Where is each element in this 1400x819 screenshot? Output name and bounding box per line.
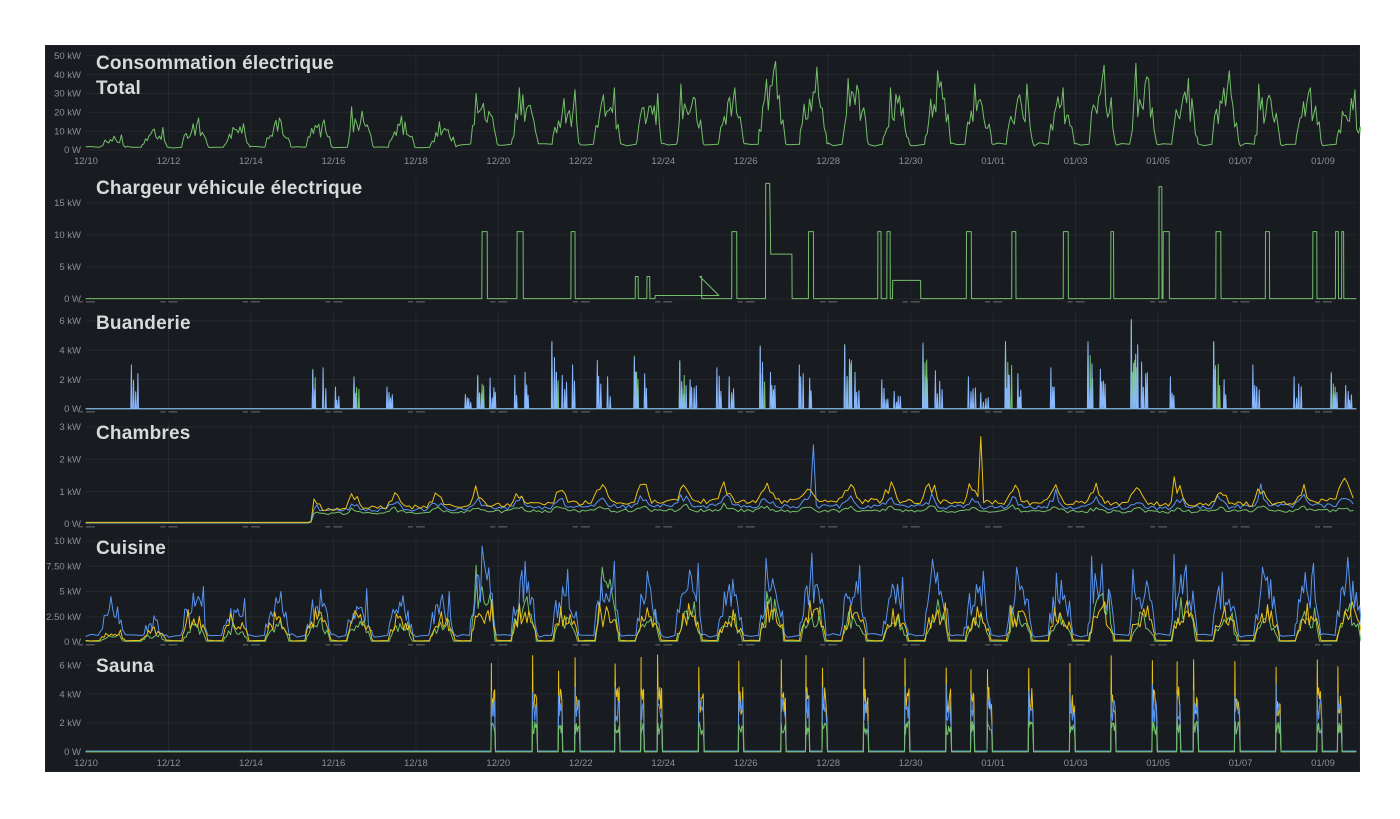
y-axis-label: 30 kW bbox=[54, 89, 81, 100]
x-axis-label: 12/24 bbox=[651, 758, 675, 769]
x-axis-label: 01/05 bbox=[1146, 156, 1170, 167]
series-sauna-phase-1 bbox=[86, 655, 1356, 752]
y-axis-label: 0 W bbox=[64, 404, 81, 415]
x-axis-label: 12/22 bbox=[569, 758, 593, 769]
panel-title-line: Consommation électrique bbox=[96, 51, 334, 76]
y-axis-label: 5 kW bbox=[59, 262, 81, 273]
panel-chambres[interactable]: Chambres 0 W 1 kW 2 kW 3 kW bbox=[46, 416, 1359, 531]
y-axis-label: 6 kW bbox=[59, 316, 81, 327]
panel-chargeur-ve[interactable]: Chargeur véhicule électrique 0 W 5 kW 10 k… bbox=[46, 171, 1359, 306]
x-axis-label: 12/28 bbox=[816, 758, 840, 769]
y-axis-label: 5 kW bbox=[59, 587, 81, 598]
panel-title-line: Sauna bbox=[96, 654, 154, 679]
y-axis-label: 40 kW bbox=[54, 70, 81, 81]
panel-title-total[interactable]: Consommation électrique Total bbox=[96, 51, 334, 101]
kitchen-chart[interactable]: 0 W 2.50 kW 5 kW 7.50 kW 10 kW bbox=[46, 531, 1361, 649]
panel-title-line: Total bbox=[96, 76, 334, 101]
x-axis-label: 12/14 bbox=[239, 758, 263, 769]
sauna-chart[interactable]: 0 W 2 kW 4 kW 6 kW 12/10 12/12 12/14 12/16 12/18… bbox=[46, 649, 1361, 773]
y-axis-label: 10 kW bbox=[54, 126, 81, 137]
y-axis-label: 2.50 kW bbox=[46, 612, 81, 623]
laundry-chart[interactable]: 0 W 2 kW 4 kW 6 kW bbox=[46, 306, 1361, 416]
x-axis-label: 12/30 bbox=[899, 156, 923, 167]
panel-title-chambres[interactable]: Chambres bbox=[96, 421, 191, 446]
x-axis-label: 12/16 bbox=[322, 758, 346, 769]
y-axis-label: 1 kW bbox=[59, 487, 81, 498]
x-axis-label: 12/18 bbox=[404, 758, 428, 769]
panel-title-chargeur[interactable]: Chargeur véhicule électrique bbox=[96, 176, 362, 201]
panel-cuisine[interactable]: Cuisine 0 W 2.50 kW 5 kW 7.50 kW 10 kW bbox=[46, 531, 1359, 649]
x-axis-label: 01/07 bbox=[1229, 156, 1253, 167]
x-axis-label: 01/03 bbox=[1064, 156, 1088, 167]
x-axis-label: 01/09 bbox=[1311, 156, 1335, 167]
panel-buanderie[interactable]: Buanderie 0 W 2 kW 4 kW 6 kW bbox=[46, 306, 1359, 416]
x-axis-label: 12/16 bbox=[322, 156, 346, 167]
x-axis-label: 01/03 bbox=[1064, 758, 1088, 769]
y-axis-label: 4 kW bbox=[59, 689, 81, 700]
x-axis-label: 12/14 bbox=[239, 156, 263, 167]
dashboard: Consommation électrique Total 0 W 10 kW 20… bbox=[45, 45, 1360, 772]
bedrooms-chart[interactable]: 0 W 1 kW 2 kW 3 kW bbox=[46, 416, 1361, 531]
x-axis-label: 12/12 bbox=[157, 156, 181, 167]
y-axis-label: 50 kW bbox=[54, 51, 81, 62]
x-axis-label: 12/20 bbox=[486, 156, 510, 167]
series-chambre-3 bbox=[86, 503, 1353, 523]
y-axis-label: 0 W bbox=[64, 294, 81, 305]
x-axis-label: 12/24 bbox=[651, 156, 675, 167]
y-axis-label: 2 kW bbox=[59, 454, 81, 465]
x-axis-label: 12/10 bbox=[74, 156, 98, 167]
y-axis-label: 0 W bbox=[64, 519, 81, 530]
x-axis-label: 12/30 bbox=[899, 758, 923, 769]
y-axis-label: 7.50 kW bbox=[46, 562, 81, 573]
panel-title-line: Chambres bbox=[96, 421, 191, 446]
x-axis-label: 01/01 bbox=[981, 156, 1005, 167]
y-axis-label: 15 kW bbox=[54, 198, 81, 209]
x-axis-label: 12/18 bbox=[404, 156, 428, 167]
x-axis-label: 01/09 bbox=[1311, 758, 1335, 769]
x-axis-label: 12/12 bbox=[157, 758, 181, 769]
y-axis-label: 2 kW bbox=[59, 718, 81, 729]
y-axis-label: 10 kW bbox=[54, 536, 81, 547]
x-axis-label: 12/10 bbox=[74, 758, 98, 769]
series-buanderie-lave-linge- bbox=[86, 321, 1356, 409]
panel-title-line: Cuisine bbox=[96, 536, 166, 561]
y-axis-label: 20 kW bbox=[54, 108, 81, 119]
series-sauna-phase-3 bbox=[86, 721, 1356, 752]
x-axis-label: 01/07 bbox=[1229, 758, 1253, 769]
y-axis-label: 2 kW bbox=[59, 375, 81, 386]
panel-title-line: Buanderie bbox=[96, 311, 191, 336]
panel-sauna[interactable]: Sauna 0 W 2 kW 4 kW 6 kW 12/10 12/12 12/14 12/1… bbox=[46, 649, 1359, 773]
panel-title-line: Chargeur véhicule électrique bbox=[96, 176, 362, 201]
panel-title-cuisine[interactable]: Cuisine bbox=[96, 536, 166, 561]
x-axis-label: 01/01 bbox=[981, 758, 1005, 769]
x-axis-label: 12/22 bbox=[569, 156, 593, 167]
x-axis-label: 12/20 bbox=[486, 758, 510, 769]
y-axis-label: 0 W bbox=[64, 145, 81, 156]
y-axis-label: 0 W bbox=[64, 747, 81, 758]
panel-consommation-totale[interactable]: Consommation électrique Total 0 W 10 kW 20… bbox=[46, 46, 1359, 171]
y-axis-label: 3 kW bbox=[59, 422, 81, 433]
y-axis-label: 0 W bbox=[64, 637, 81, 648]
x-axis-label: 12/26 bbox=[734, 156, 758, 167]
y-axis-label: 4 kW bbox=[59, 345, 81, 356]
y-axis-label: 10 kW bbox=[54, 230, 81, 241]
y-axis-label: 6 kW bbox=[59, 660, 81, 671]
x-axis-label: 12/26 bbox=[734, 758, 758, 769]
panel-title-buanderie[interactable]: Buanderie bbox=[96, 311, 191, 336]
x-axis-label: 01/05 bbox=[1146, 758, 1170, 769]
panel-title-sauna[interactable]: Sauna bbox=[96, 654, 154, 679]
x-axis-label: 12/28 bbox=[816, 156, 840, 167]
